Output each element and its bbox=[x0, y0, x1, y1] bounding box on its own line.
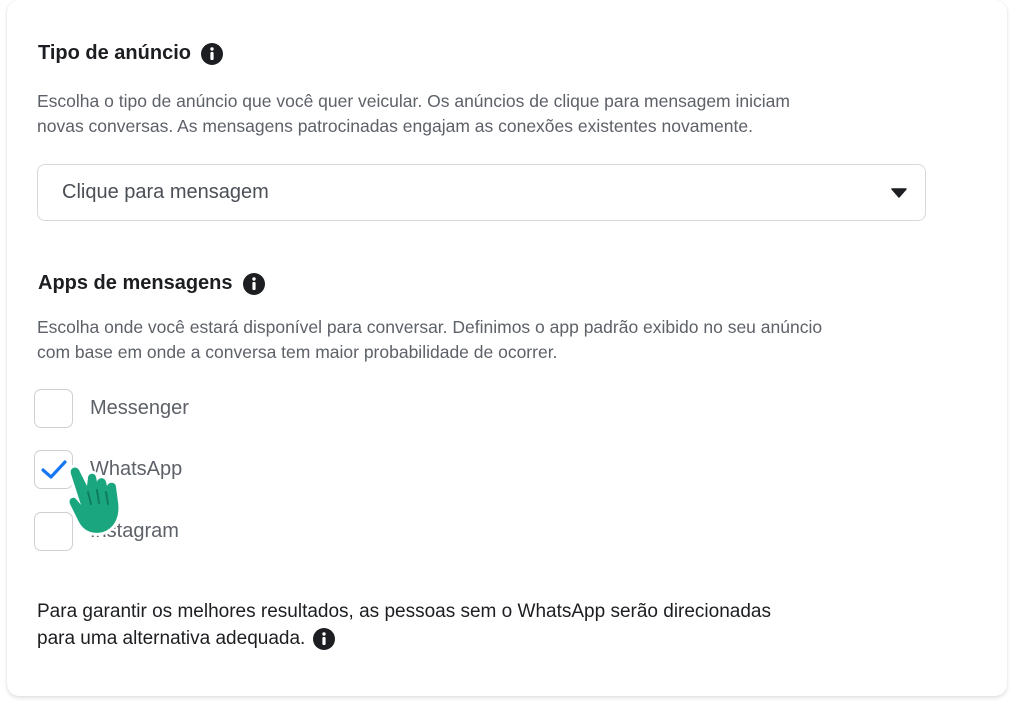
messenger-checkbox[interactable] bbox=[34, 389, 73, 428]
note-line-text: para uma alternativa adequada. bbox=[37, 628, 306, 649]
info-icon[interactable] bbox=[242, 272, 265, 295]
whatsapp-fallback-note: Para garantir os melhores resultados, as… bbox=[37, 598, 771, 652]
ad-type-title: Tipo de anúncio bbox=[38, 42, 191, 64]
ad-type-selected-value: Clique para mensagem bbox=[62, 181, 269, 203]
info-icon[interactable] bbox=[200, 42, 223, 65]
messaging-apps-description-line: com base em onde a conversa tem maior pr… bbox=[37, 342, 558, 362]
info-icon[interactable] bbox=[313, 627, 336, 650]
ad-type-section-title: Tipo de anúncio bbox=[38, 42, 223, 65]
messaging-apps-title: Apps de mensagens bbox=[38, 272, 233, 294]
messaging-apps-description: Escolha onde você estará disponível para… bbox=[37, 315, 822, 365]
messaging-apps-description-line: Escolha onde você estará disponível para… bbox=[37, 317, 823, 337]
note-line: Para garantir os melhores resultados, as… bbox=[37, 601, 771, 622]
note-line-with-icon: para uma alternativa adequada. bbox=[37, 625, 771, 652]
ad-type-description-line: Escolha o tipo de anúncio que você quer … bbox=[37, 91, 790, 111]
ad-settings-card: Tipo de anúncio Escolha o tipo de anúnci… bbox=[7, 0, 1007, 696]
ad-type-description: Escolha o tipo de anúncio que você quer … bbox=[37, 89, 790, 139]
caret-down-icon bbox=[891, 187, 907, 198]
ad-type-dropdown[interactable]: Clique para mensagem bbox=[37, 164, 926, 221]
messenger-option[interactable]: Messenger bbox=[34, 389, 189, 428]
ad-type-description-line: novas conversas. As mensagens patrocinad… bbox=[37, 116, 753, 136]
messenger-label: Messenger bbox=[90, 397, 189, 419]
pointer-hand-icon bbox=[63, 460, 137, 538]
messaging-apps-section-title: Apps de mensagens bbox=[38, 272, 265, 295]
